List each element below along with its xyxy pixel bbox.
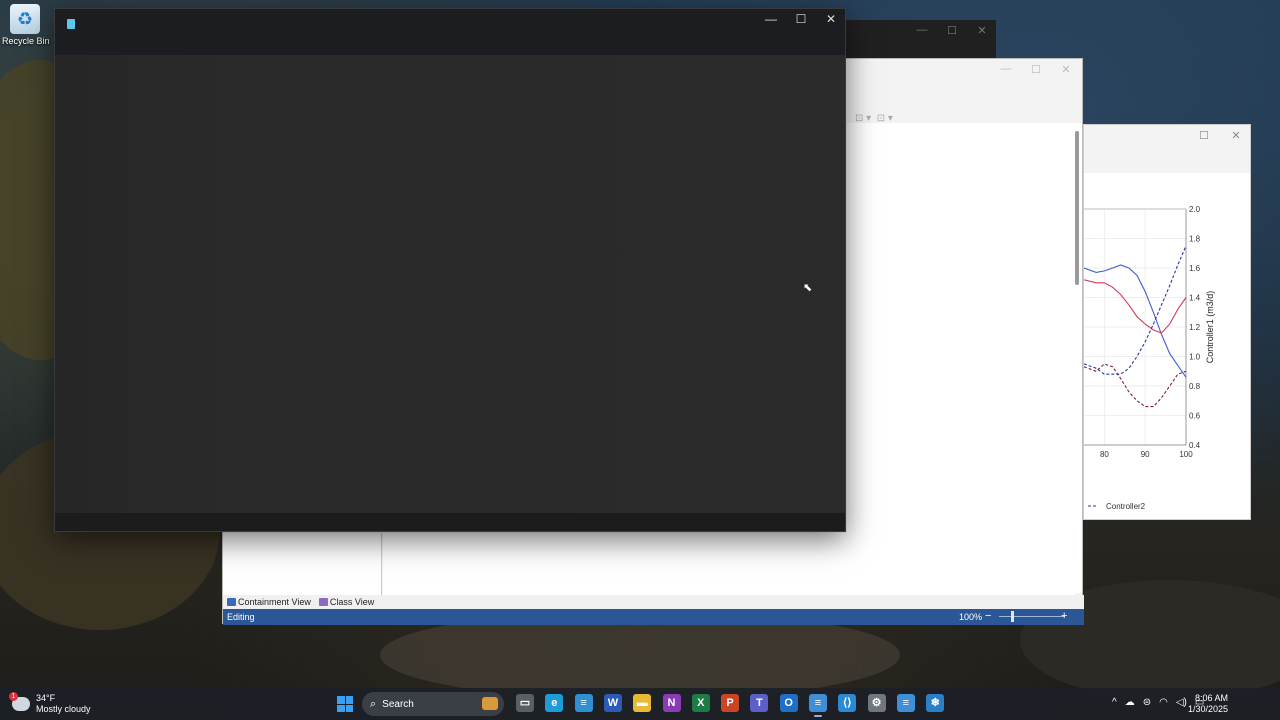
volume-icon[interactable]: ◁) <box>1176 697 1187 708</box>
start-button[interactable] <box>337 696 353 712</box>
edge-icon[interactable]: e <box>545 694 564 712</box>
zoom-out-button[interactable]: − <box>985 610 991 622</box>
wifi-icon[interactable]: ◠ <box>1159 697 1168 708</box>
snowflake-app-icon[interactable]: ❄ <box>926 694 945 712</box>
outlook-icon[interactable]: O <box>779 694 798 712</box>
recycle-bin[interactable]: ♻ Recycle Bin <box>2 4 50 46</box>
weather-widget[interactable]: 1 34°F Mostly cloudy <box>9 692 91 715</box>
powerpoint-icon[interactable]: P <box>721 694 740 712</box>
weather-temp: 34°F <box>36 693 56 703</box>
search-label: Search <box>382 698 414 710</box>
recycle-bin-icon: ♻ <box>10 4 40 34</box>
vertical-scrollbar[interactable] <box>1075 131 1079 285</box>
class-view-icon <box>318 598 328 606</box>
y-tick-label: 0.8 <box>1189 382 1201 391</box>
teams-icon[interactable]: T <box>750 694 769 712</box>
clock-time: 8:06 AM <box>1194 693 1228 703</box>
y-tick-label: 2.0 <box>1189 205 1201 214</box>
onedrive-icon[interactable]: ☁ <box>1125 697 1135 708</box>
view-tabs: Containment View Class View <box>223 595 1084 609</box>
zoom-slider-thumb[interactable] <box>1011 611 1014 622</box>
series-line <box>1084 279 1187 334</box>
notification-badge: 1 <box>9 692 18 701</box>
app-icon <box>67 19 75 29</box>
file-explorer-icon[interactable]: ▬ <box>633 694 652 712</box>
stack-app-icon[interactable]: ≡ <box>574 694 593 712</box>
document-canvas-lower[interactable] <box>383 533 1075 595</box>
y-tick-label: 1.6 <box>1189 264 1201 273</box>
minimize-icon[interactable]: — <box>916 24 928 37</box>
x-tick-label: 100 <box>1179 450 1193 459</box>
legend-label: Controller2 <box>1106 502 1146 511</box>
settings-icon[interactable]: ⚙ <box>867 694 886 712</box>
tab-label: Containment View <box>238 597 311 607</box>
containment-view-icon <box>227 598 236 606</box>
excel-icon[interactable]: X <box>691 694 710 712</box>
task-view-icon[interactable]: ▭ <box>516 694 534 712</box>
y-tick-label: 1.0 <box>1189 353 1201 362</box>
tab-class-view[interactable]: Class View <box>311 595 374 609</box>
tray-chevron-icon[interactable]: ^ <box>1112 697 1117 708</box>
y-tick-label: 0.4 <box>1189 441 1201 450</box>
document-canvas[interactable] <box>847 123 1082 593</box>
zoom-in-button[interactable]: + <box>1061 610 1067 622</box>
windows-logo-icon <box>337 696 345 704</box>
line-chart: 0.4 0.6 0.8 1.0 1.2 1.4 1.6 1.8 2.0 80 90 100 Contro… <box>1084 205 1215 511</box>
status-text: Editing <box>227 612 255 622</box>
maximize-button[interactable]: ☐ <box>795 12 807 26</box>
close-icon[interactable]: ✕ <box>1060 63 1072 76</box>
clock-date: 1/30/2025 <box>1187 704 1228 714</box>
x-tick-label: 90 <box>1141 450 1150 459</box>
weather-desc: Mostly cloudy <box>36 704 91 714</box>
search-icon: ⌕ <box>370 697 377 710</box>
main-app-window[interactable]: — ☐ ✕ <box>54 8 846 532</box>
model-tree-pane[interactable] <box>223 533 382 595</box>
chart-window[interactable]: ☐ ✕ 0.4 0.6 0.8 1.0 1.2 1.4 1.6 1.8 2.0 80 90 100 Co… <box>1083 124 1251 520</box>
taskbar: 1 34°F Mostly cloudy ⌕ Search ▭ e ≡ W ▬ N X P T O… <box>0 688 1280 720</box>
onenote-icon[interactable]: N <box>662 694 681 712</box>
editor-app-icon[interactable]: ≡ <box>809 694 827 717</box>
clock[interactable]: 8:06 AM 1/30/2025 <box>1188 693 1228 715</box>
vscode-icon[interactable]: ⟨⟩ <box>838 694 857 712</box>
y-tick-label: 1.4 <box>1189 294 1201 303</box>
tab-containment-view[interactable]: Containment View <box>223 595 311 609</box>
close-icon[interactable]: ✕ <box>976 24 988 37</box>
main-footer <box>55 513 845 531</box>
stack-app-2-icon[interactable]: ≡ <box>896 694 915 712</box>
y-tick-label: 0.6 <box>1189 412 1201 421</box>
y-tick-label: 1.2 <box>1189 323 1201 332</box>
x-tick-label: 80 <box>1100 450 1109 459</box>
recycle-bin-label: Recycle Bin <box>2 36 50 46</box>
zoom-slider[interactable] <box>999 616 1065 617</box>
search-highlight-icon <box>482 697 498 710</box>
tab-label: Class View <box>329 597 375 607</box>
minimize-button[interactable]: — <box>765 12 777 26</box>
network-icon[interactable]: ⊜ <box>1143 697 1151 708</box>
background-window[interactable]: — ☐ ✕ <box>846 20 996 60</box>
main-titlebar[interactable]: — ☐ ✕ <box>55 9 845 55</box>
y-tick-label: 1.8 <box>1189 235 1201 244</box>
status-bar: Editing 100% − + <box>223 609 1084 625</box>
main-content-area[interactable] <box>55 55 845 513</box>
minimize-icon[interactable]: — <box>1000 63 1012 76</box>
mouse-cursor-icon: ⬉ <box>803 282 813 294</box>
maximize-icon[interactable]: ☐ <box>946 24 958 37</box>
y-axis-label: Controller1 (m3/d) <box>1205 291 1215 364</box>
taskbar-search[interactable]: ⌕ Search <box>362 692 504 716</box>
maximize-icon[interactable]: ☐ <box>1030 63 1042 76</box>
cloud-icon: 1 <box>9 692 30 711</box>
close-button[interactable]: ✕ <box>825 12 837 26</box>
word-icon[interactable]: W <box>603 694 622 712</box>
zoom-level: 100% <box>959 612 983 622</box>
